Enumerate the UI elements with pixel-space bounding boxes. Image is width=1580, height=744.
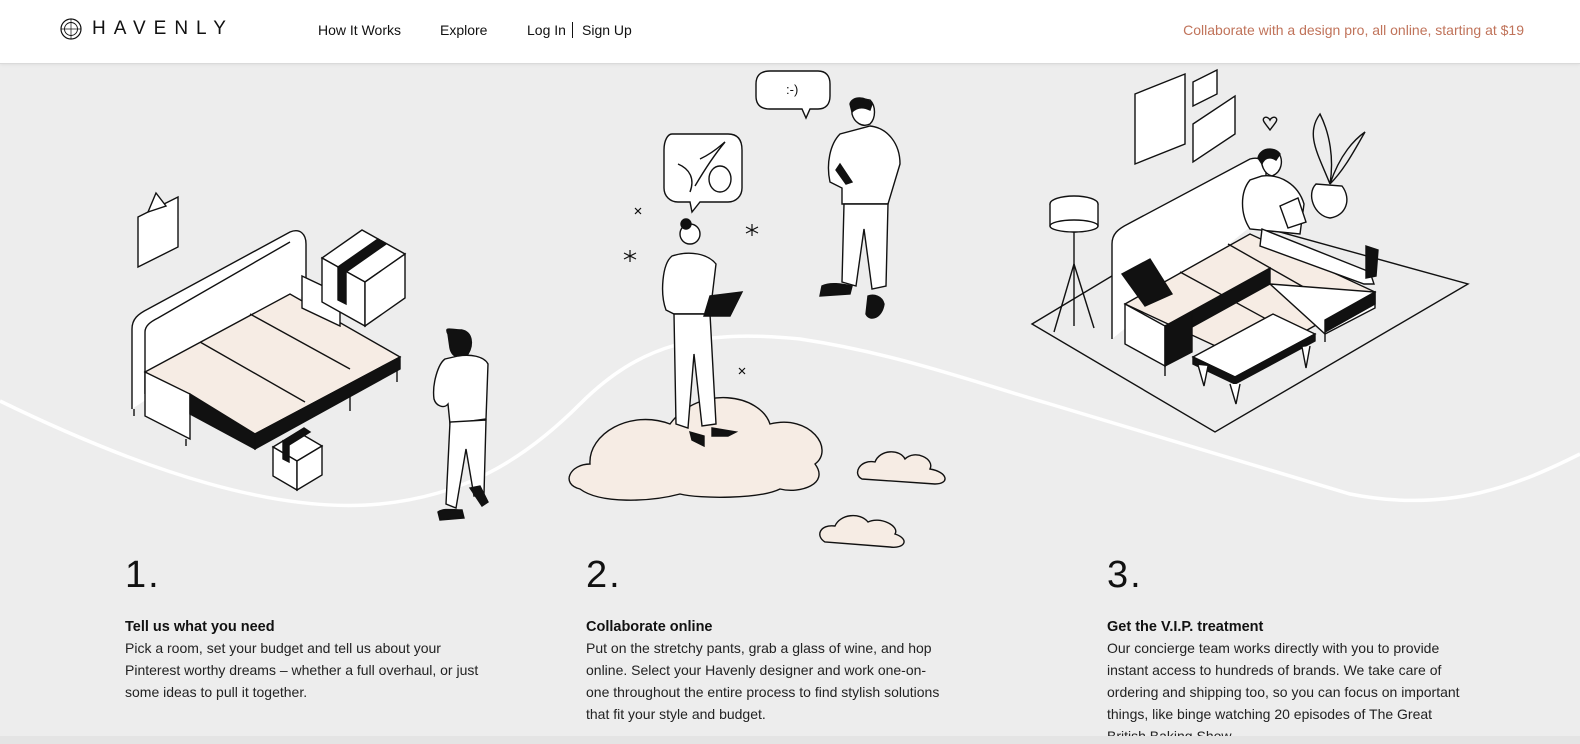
promo-link[interactable]: Collaborate with a design pro, all onlin…	[1183, 22, 1524, 38]
nav-sign-up[interactable]: Sign Up	[582, 22, 632, 38]
step-title: Tell us what you need	[125, 619, 275, 635]
havenly-logo-icon	[60, 18, 82, 40]
step-body: Our concierge team works directly with y…	[1107, 640, 1460, 744]
step-number: 3.	[1107, 554, 1143, 596]
nav-log-in[interactable]: Log In	[527, 22, 566, 38]
brand-name: HAVENLY	[92, 18, 234, 39]
step-number: 2.	[586, 554, 622, 596]
step-title: Get the V.I.P. treatment	[1107, 619, 1264, 635]
step-body: Pick a room, set your budget and tell us…	[125, 640, 479, 700]
heart-icon	[1262, 116, 1278, 132]
cloud-small-bottom	[819, 515, 905, 548]
speech-bubble-text: :-)	[786, 82, 798, 97]
havenly-logo[interactable]: HAVENLY	[60, 18, 234, 40]
floor-lamp	[1049, 195, 1099, 333]
scene-vip	[1030, 68, 1470, 433]
nav-divider	[572, 22, 573, 38]
step-collaborate: 2. Collaborate online Put on the stretch…	[586, 555, 946, 725]
man-with-phone	[819, 97, 901, 319]
scene-collaborate: :-)	[568, 70, 946, 548]
step-title: Collaborate online	[586, 619, 713, 635]
scene-tell-us	[131, 191, 489, 521]
nav-how-it-works[interactable]: How It Works	[318, 22, 401, 38]
frame-small	[1192, 68, 1218, 108]
step-tell-us: 1. Tell us what you need Pick a room, se…	[125, 555, 485, 703]
cloud-large	[568, 397, 823, 501]
frame-medium	[1192, 94, 1236, 164]
frame-large	[1134, 72, 1186, 166]
how-it-works-illustration: :-)	[0, 68, 1580, 548]
step-body: Put on the stretchy pants, grab a glass …	[586, 640, 940, 722]
nav-explore[interactable]: Explore	[440, 22, 487, 38]
page-bottom-edge	[0, 736, 1580, 744]
step-number: 1.	[125, 554, 161, 596]
cloud-small-right	[857, 451, 946, 485]
top-nav: HAVENLY How It Works Explore Log In Sign…	[0, 0, 1580, 64]
potted-plant	[1311, 112, 1366, 219]
step-vip: 3. Get the V.I.P. treatment Our concierg…	[1107, 555, 1467, 744]
